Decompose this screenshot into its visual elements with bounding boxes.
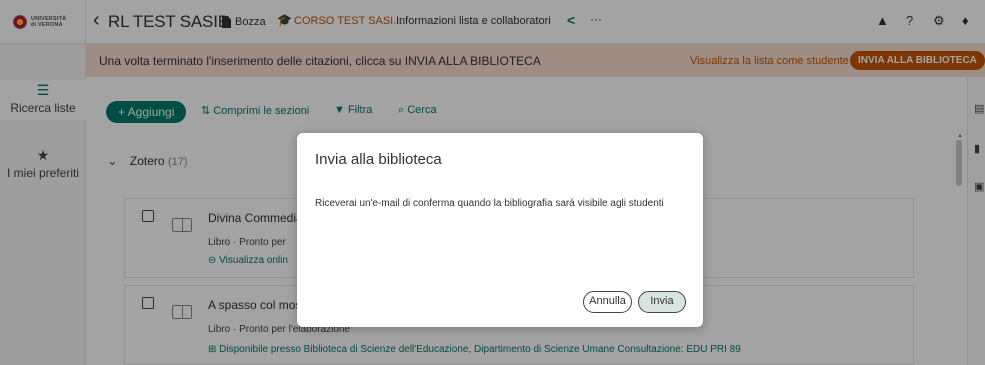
dialog-message: Riceverai un'e-mail di conferma quando l… [315,198,664,209]
confirm-send-button[interactable]: Invia [638,291,686,313]
dialog-title: Invia alla biblioteca [315,151,442,168]
cancel-button[interactable]: Annulla [583,291,632,313]
send-to-library-dialog: Invia alla biblioteca Riceverai un'e-mai… [297,133,703,327]
